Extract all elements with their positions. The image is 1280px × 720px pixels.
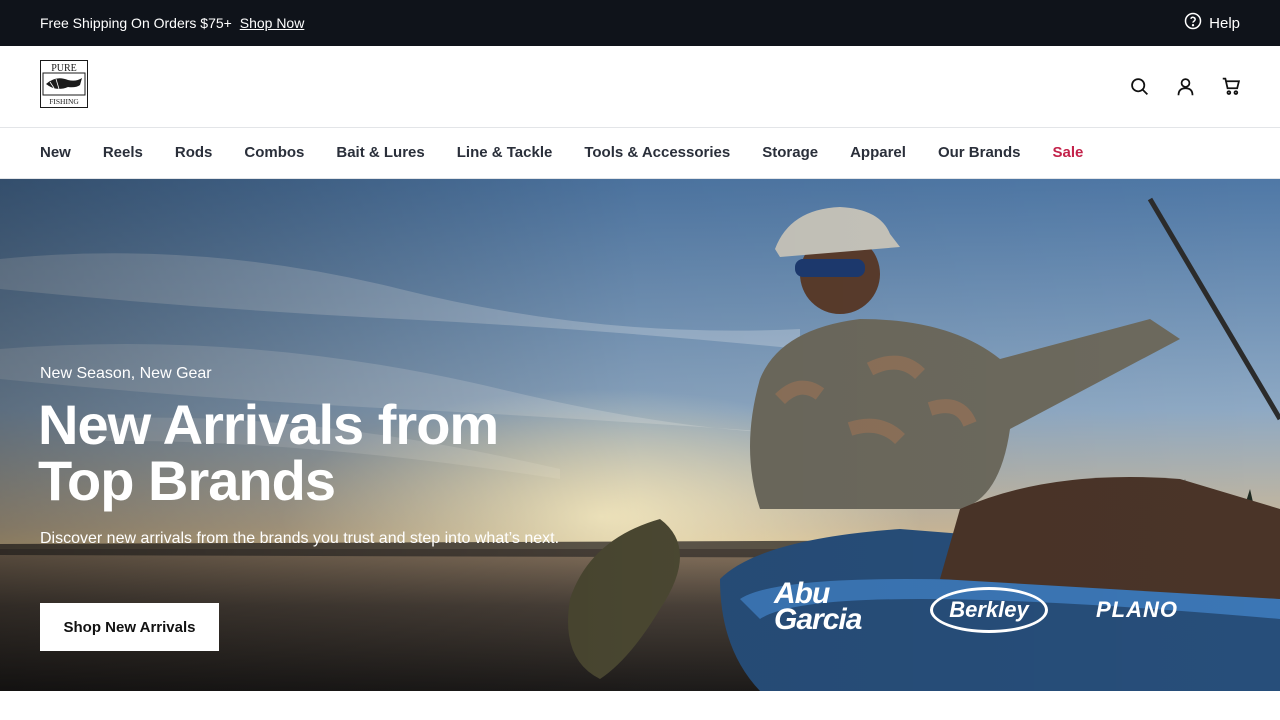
hero-banner: New Season, New Gear New Arrivals from T… [0,179,1280,691]
abu-garcia-logo: Abu Garcia [774,577,862,636]
promo-text: Free Shipping On Orders $75+ [40,15,232,31]
shop-new-arrivals-button[interactable]: Shop New Arrivals [40,603,219,651]
berkley-logo-text: Berkley [949,597,1029,622]
shop-now-link[interactable]: Shop Now [240,15,305,31]
berkley-logo: Berkley [930,587,1048,633]
nav-item-bait-lures[interactable]: Bait & Lures [336,144,424,161]
hero-eyebrow: New Season, New Gear [40,365,212,382]
logo-text-top: PURE [51,63,77,74]
nav-item-rods[interactable]: Rods [175,144,213,161]
help-label: Help [1209,14,1240,32]
pure-fishing-logo[interactable]: PURE FISHING [40,60,88,108]
nav-item-tools-accessories[interactable]: Tools & Accessories [584,144,730,161]
account-icon[interactable] [1174,74,1196,98]
plano-logo: PLANO [1096,597,1178,622]
hero-description: Discover new arrivals from the brands yo… [40,530,560,547]
nav-item-new[interactable]: New [40,144,71,161]
site-header: PURE FISHING [0,46,1280,128]
announcement-bar: Free Shipping On Orders $75+ Shop Now He… [0,0,1280,46]
promo-message: Free Shipping On Orders $75+ Shop Now [40,15,304,31]
logo-text-bottom: FISHING [49,97,79,106]
nav-item-our-brands[interactable]: Our Brands [938,144,1021,161]
nav-item-sale[interactable]: Sale [1052,144,1083,161]
hero-title: New Arrivals from Top Brands [38,393,499,512]
nav-item-combos[interactable]: Combos [244,144,304,161]
help-link[interactable]: Help [1184,12,1240,34]
question-circle-icon [1184,12,1202,34]
cart-icon[interactable] [1220,74,1242,98]
search-icon[interactable] [1128,74,1150,98]
nav-item-apparel[interactable]: Apparel [850,144,906,161]
nav-item-storage[interactable]: Storage [762,144,818,161]
nav-item-reels[interactable]: Reels [103,144,143,161]
header-actions [1128,74,1242,98]
nav-item-line-tackle[interactable]: Line & Tackle [457,144,553,161]
primary-nav: New Reels Rods Combos Bait & Lures Line … [0,128,1280,179]
page-content-below [0,691,1280,720]
